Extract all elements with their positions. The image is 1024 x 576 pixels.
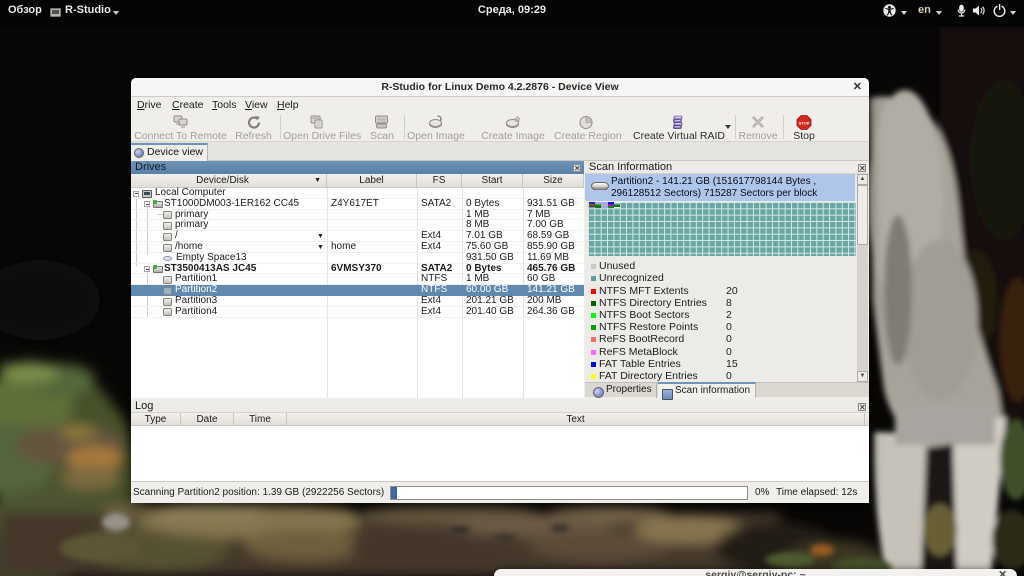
svg-text:STOP: STOP <box>799 121 810 126</box>
